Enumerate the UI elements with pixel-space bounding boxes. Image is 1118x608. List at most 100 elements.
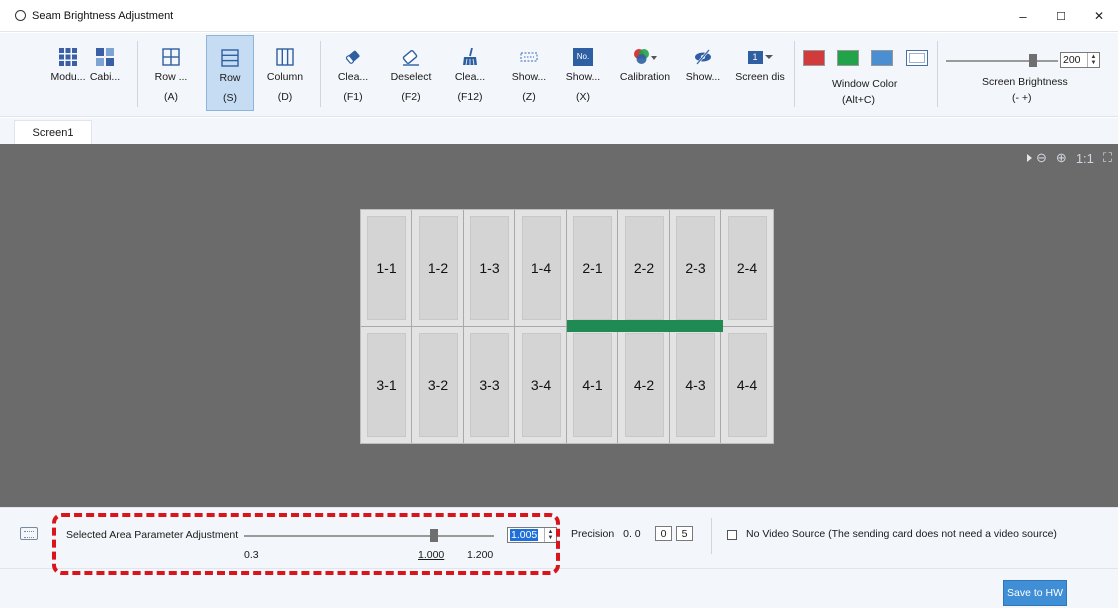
calibration-button[interactable]: Calibration: [617, 35, 673, 111]
zoom-out-icon[interactable]: ⊖: [1036, 150, 1047, 166]
cabinet-cell[interactable]: 1-2: [413, 210, 464, 326]
window-controls: – ☐ ✕: [1004, 0, 1118, 32]
slider-thumb[interactable]: [430, 529, 438, 542]
collapse-arrow-icon[interactable]: [1027, 154, 1032, 162]
show-seam-button[interactable]: Show... (Z): [510, 35, 548, 111]
screen-number-icon: 1: [747, 45, 773, 69]
tool-label: Deselect: [390, 71, 432, 83]
cabinet-label: 3-1: [376, 377, 397, 393]
module-button[interactable]: Modu...: [50, 35, 86, 111]
spin-arrows-icon[interactable]: ▲ ▼: [1087, 53, 1099, 67]
precision-label-text: Precision: [571, 528, 615, 540]
color-swatch-white[interactable]: [906, 50, 928, 66]
screen-canvas[interactable]: ⊖ ⊕ 1:1 ⛶ 1-1 1-2 1-3 1-4 2-1 2-2 2-3 2-4 3-1 3-2…: [0, 144, 1118, 507]
close-button[interactable]: ✕: [1080, 0, 1118, 32]
cabinet-cell[interactable]: 4-1: [567, 327, 618, 443]
precision-digit-field[interactable]: 0: [655, 526, 672, 541]
color-swatch-red[interactable]: [803, 50, 825, 66]
actual-size-button[interactable]: 1:1: [1076, 151, 1094, 166]
clear-all-button[interactable]: Clea... (F12): [453, 35, 487, 111]
tab-screen1[interactable]: Screen1: [14, 120, 92, 144]
cabinet-button[interactable]: Cabi...: [90, 35, 120, 111]
cabinet-label: 4-1: [582, 377, 603, 393]
tool-shortcut: (Z): [522, 91, 536, 103]
cabinet-label: 4-4: [736, 377, 758, 393]
cabinet-label: 1-1: [376, 260, 397, 276]
cabinet-cell[interactable]: 4-2: [619, 327, 670, 443]
cabinet-label: 1-2: [427, 260, 449, 276]
cabinet-grid: 1-1 1-2 1-3 1-4 2-1 2-2 2-3 2-4 3-1 3-2 3-3 3-4 4-1 4…: [360, 209, 774, 444]
screen-number-text: 1: [747, 50, 763, 64]
slider-tick-min: 0.3: [244, 549, 259, 561]
brightness-spinbox[interactable]: 200 ▲ ▼: [1060, 52, 1100, 68]
panel-divider: [0, 568, 1118, 569]
cabinet-label: 2-2: [633, 260, 655, 276]
tab-strip: Screen1: [0, 118, 1118, 144]
cabinet-cell[interactable]: 3-1: [361, 327, 412, 443]
cabinet-cell[interactable]: 2-3: [670, 210, 721, 326]
cabinet-label: 1-4: [530, 260, 552, 276]
tool-label: Show...: [511, 71, 547, 83]
cabinet-label: 2-1: [582, 260, 603, 276]
rgb-circles-icon: [632, 45, 658, 69]
screen-display-button[interactable]: 1 Screen dis: [733, 35, 787, 111]
tool-shortcut: (F1): [343, 91, 363, 103]
cabinet-label: 2-4: [736, 260, 758, 276]
slider-thumb[interactable]: [1029, 54, 1038, 67]
keyboard-icon[interactable]: [20, 527, 38, 540]
show-hide-button[interactable]: Show...: [686, 35, 720, 111]
param-adjust-label: Selected Area Parameter Adjustment: [66, 529, 239, 541]
toolbar: Modu... Cabi... Row ... (A) Row (S) Colu…: [0, 33, 1118, 117]
chevron-down-icon: [764, 55, 773, 59]
cabinet-label: 4-2: [633, 377, 655, 393]
cabinet-label: 3-3: [479, 377, 500, 393]
tool-label: Cabi...: [89, 71, 121, 83]
maximize-button[interactable]: ☐: [1042, 0, 1080, 32]
row-column-button[interactable]: Row ... (A): [152, 35, 190, 111]
cabinet-cell[interactable]: 2-2: [619, 210, 670, 326]
precision-prefix: 0. 0: [623, 528, 641, 540]
save-to-hw-button[interactable]: Save to HW: [1003, 580, 1067, 606]
precision-digit-field[interactable]: 5: [676, 526, 693, 541]
cabinet-cell[interactable]: 1-3: [464, 210, 515, 326]
cabinet-cell[interactable]: 1-1: [361, 210, 412, 326]
cabinet-cell[interactable]: 2-1: [567, 210, 618, 326]
screen-brightness-shortcut: (- +): [1012, 92, 1032, 104]
app-window: Seam Brightness Adjustment – ☐ ✕ Modu...…: [0, 0, 1118, 608]
deselect-button[interactable]: Deselect (F2): [388, 35, 434, 111]
cabinet-cell[interactable]: 3-3: [464, 327, 515, 443]
column-button[interactable]: Column (D): [265, 35, 305, 111]
no-video-source-checkbox[interactable]: [727, 530, 737, 540]
spin-arrows-icon[interactable]: ▲ ▼: [544, 528, 556, 542]
cabinet-cell[interactable]: 1-4: [516, 210, 567, 326]
tool-label: Column: [266, 71, 304, 83]
cabinet-label: 1-3: [479, 260, 500, 276]
window-color-label: Window Color: [832, 78, 898, 90]
eraser-icon: [344, 45, 362, 69]
tool-label: Screen dis: [735, 71, 785, 83]
param-value-spinbox[interactable]: 1.005 ▲ ▼: [507, 527, 557, 543]
color-swatch-blue[interactable]: [871, 50, 893, 66]
screen-brightness-slider[interactable]: [946, 54, 1058, 67]
tool-label: Calibration: [619, 71, 671, 83]
zoom-in-icon[interactable]: ⊕: [1056, 150, 1067, 166]
cabinet-cell[interactable]: 4-3: [670, 327, 721, 443]
cabinet-cell[interactable]: 4-4: [722, 327, 773, 443]
param-adjust-slider[interactable]: [244, 529, 494, 542]
tool-label: Show...: [565, 71, 601, 83]
cabinet-cell[interactable]: 2-4: [722, 210, 773, 326]
broom-icon: [461, 45, 479, 69]
clear-button[interactable]: Clea... (F1): [336, 35, 370, 111]
row-icon: [221, 46, 239, 70]
selected-seam[interactable]: [567, 320, 723, 332]
minimize-button[interactable]: –: [1004, 0, 1042, 32]
slider-tick-default[interactable]: 1.000: [418, 549, 444, 561]
fit-screen-icon[interactable]: ⛶: [1103, 150, 1112, 166]
row-button[interactable]: Row (S): [206, 35, 254, 111]
color-swatch-green[interactable]: [837, 50, 859, 66]
show-number-button[interactable]: No. Show... (X): [565, 35, 601, 111]
cabinet-cell[interactable]: 3-2: [413, 327, 464, 443]
number-icon: No.: [573, 45, 593, 69]
cabinet-cell[interactable]: 3-4: [516, 327, 567, 443]
tool-label: Row: [219, 72, 241, 84]
